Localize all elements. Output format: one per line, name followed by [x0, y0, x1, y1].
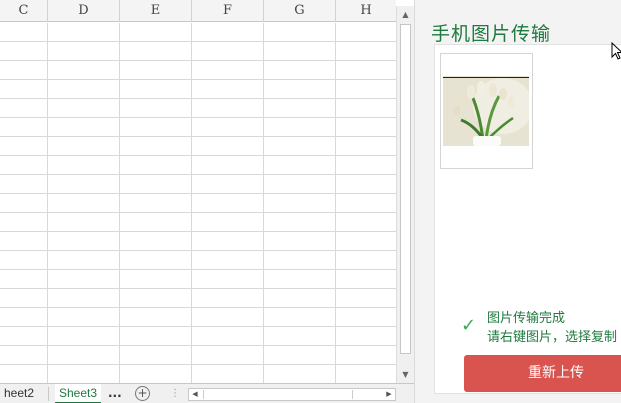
scroll-up-arrow-icon[interactable]: ▲ — [397, 8, 414, 22]
sheet-tab-bar: heet2 Sheet3 ... + ⋮ ◀ ▶ — [0, 383, 414, 403]
column-headers: C D E F G H — [0, 0, 396, 22]
column-header-g[interactable]: G — [264, 0, 336, 22]
more-sheets-button[interactable]: ... — [108, 384, 122, 403]
phone-image-transfer-panel: 手机图片传输 ✓ 图片传输完成 请右键图片，选择复制 重新上传 — [414, 0, 621, 403]
reupload-button[interactable]: 重新上传 — [464, 355, 621, 392]
column-header-d[interactable]: D — [48, 0, 120, 22]
scroll-left-arrow-icon[interactable]: ◀ — [189, 389, 201, 400]
add-sheet-icon[interactable]: + — [135, 386, 150, 401]
mouse-pointer-icon — [611, 42, 621, 60]
tab-sheet2[interactable]: heet2 — [0, 384, 38, 403]
scroll-right-arrow-icon[interactable]: ▶ — [383, 389, 395, 400]
scroll-down-arrow-icon[interactable]: ▼ — [397, 368, 414, 382]
column-header-c[interactable]: C — [0, 0, 48, 22]
copy-instruction-text: 请右键图片，选择复制 — [487, 330, 618, 345]
plant-photo-image[interactable] — [443, 76, 529, 146]
column-header-h[interactable]: H — [336, 0, 396, 22]
panel-title: 手机图片传输 — [431, 23, 552, 45]
tab-divider — [48, 387, 49, 401]
column-header-e[interactable]: E — [120, 0, 192, 22]
panel-content: ✓ 图片传输完成 请右键图片，选择复制 重新上传 — [434, 44, 621, 394]
spreadsheet-grid-area[interactable]: C D E F G H — [0, 0, 396, 383]
transfer-complete-text: 图片传输完成 — [487, 311, 566, 326]
column-header-f[interactable]: F — [192, 0, 264, 22]
cell-grid[interactable] — [0, 23, 396, 383]
image-top-border — [443, 77, 529, 78]
plant-illustration — [443, 76, 529, 146]
vertical-scrollbar[interactable]: ▲ ▼ — [396, 6, 414, 384]
horizontal-scroll-thumb[interactable] — [203, 390, 353, 399]
tab-sheet3[interactable]: Sheet3 — [55, 384, 102, 403]
image-thumbnail[interactable] — [440, 53, 533, 169]
splitter-handle-icon[interactable]: ⋮ — [170, 387, 180, 401]
horizontal-scrollbar[interactable]: ◀ ▶ — [188, 388, 396, 401]
vertical-scroll-thumb[interactable] — [400, 24, 411, 354]
check-icon: ✓ — [461, 315, 477, 336]
